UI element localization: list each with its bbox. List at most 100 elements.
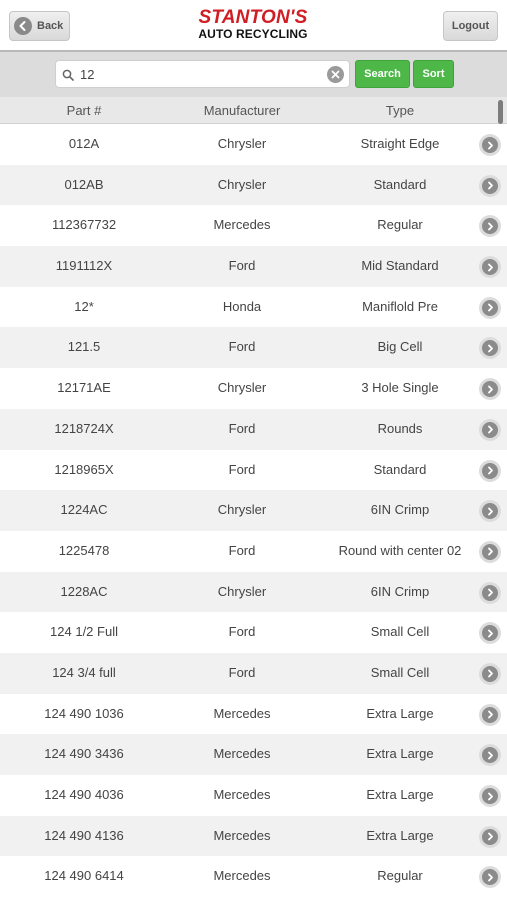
table-row[interactable]: 1191112X Ford Mid Standard (0, 246, 507, 287)
type-cell: 6IN Crimp (370, 502, 430, 518)
part-number-cell: 121.5 (67, 339, 101, 355)
table-row[interactable]: 1224AC Chrysler 6IN Crimp (0, 490, 507, 531)
chevron-right-icon[interactable] (479, 785, 501, 807)
type-cell: Standard (373, 461, 427, 477)
table-row[interactable]: 012A Chrysler Straight Edge (0, 124, 507, 165)
logout-button[interactable]: Logout (443, 11, 498, 41)
table-row[interactable]: 124 490 4136 Mercedes Extra Large (0, 815, 507, 857)
arrow-left-icon (14, 17, 32, 35)
part-number-cell: 1225478 (58, 542, 110, 558)
chevron-right-icon[interactable] (479, 378, 501, 401)
manufacturer-cell: Chrysler (217, 380, 267, 396)
part-number-cell: 1228AC (60, 583, 108, 599)
manufacturer-cell: Mercedes (213, 705, 271, 721)
chevron-right-icon[interactable] (479, 337, 501, 360)
chevron-right-icon[interactable] (479, 174, 501, 197)
type-cell: Big Cell (377, 339, 423, 355)
table-row[interactable]: 124 1/2 Full Ford Small Cell (0, 612, 507, 653)
type-cell: Regular (377, 217, 423, 233)
chevron-right-icon[interactable] (479, 500, 501, 523)
table-row[interactable]: 124 3/4 full Ford Small Cell (0, 652, 507, 694)
part-number-cell: 012A (68, 136, 100, 151)
chevron-right-icon[interactable] (479, 866, 501, 889)
sort-button[interactable]: Sort (413, 60, 454, 88)
part-number-cell: 1218724X (54, 420, 114, 436)
part-number-cell: 12* (74, 298, 94, 314)
type-cell: Small Cell (370, 664, 430, 680)
parts-list: 012A Chrysler Straight Edge 012AB Chrysler St… (0, 124, 507, 898)
column-header-manufacturer[interactable]: Manufacturer (162, 97, 322, 124)
table-row[interactable]: 12* Honda Maniflold Pre (0, 286, 507, 328)
search-input[interactable] (78, 61, 318, 87)
chevron-right-icon[interactable] (479, 296, 501, 319)
manufacturer-cell: Chrysler (217, 502, 267, 518)
manufacturer-cell: Chrysler (217, 176, 267, 192)
chevron-right-icon[interactable] (479, 662, 501, 685)
search-box (55, 60, 350, 88)
chevron-right-icon[interactable] (479, 134, 501, 156)
type-cell: Maniflold Pre (362, 298, 438, 314)
manufacturer-cell: Ford (228, 461, 256, 477)
column-header-type[interactable]: Type (320, 97, 480, 124)
manufacturer-cell: Mercedes (213, 746, 271, 762)
type-cell: Extra Large (366, 746, 434, 762)
manufacturer-cell: Ford (228, 339, 256, 355)
chevron-right-icon[interactable] (479, 459, 501, 482)
stantons-logo: STANTON'S AUTO RECYCLING (186, 8, 320, 44)
table-row[interactable]: 124 490 1036 Mercedes Extra Large (0, 693, 507, 735)
part-number-cell: 12171AE (57, 380, 111, 396)
table-row[interactable]: 1218965X Ford Standard (0, 449, 507, 491)
manufacturer-cell: Mercedes (213, 787, 271, 802)
type-cell: Extra Large (366, 827, 434, 843)
type-cell: Regular (377, 868, 423, 884)
column-header-part[interactable]: Part # (4, 97, 164, 124)
manufacturer-cell: Mercedes (213, 217, 271, 233)
table-header: Part # Manufacturer Type (0, 97, 507, 124)
back-button[interactable]: Back (9, 11, 70, 41)
part-number-cell: 124 490 4136 (44, 827, 124, 843)
chevron-right-icon[interactable] (479, 825, 501, 848)
manufacturer-cell: Mercedes (213, 827, 271, 843)
table-row[interactable]: 12171AE Chrysler 3 Hole Single (0, 368, 507, 409)
search-button[interactable]: Search (355, 60, 410, 88)
table-row[interactable]: 1225478 Ford Round with center 02 (0, 530, 507, 572)
chevron-right-icon[interactable] (479, 256, 501, 279)
chevron-right-icon[interactable] (479, 540, 501, 563)
chevron-right-icon[interactable] (479, 744, 501, 767)
type-cell: Extra Large (366, 705, 434, 721)
chevron-right-icon[interactable] (479, 215, 501, 238)
table-row[interactable]: 124 490 3436 Mercedes Extra Large (0, 734, 507, 775)
table-row[interactable]: 012AB Chrysler Standard (0, 164, 507, 206)
table-row[interactable]: 112367732 Mercedes Regular (0, 205, 507, 247)
type-cell: Rounds (377, 420, 423, 436)
part-number-cell: 112367732 (51, 217, 117, 233)
table-row[interactable]: 1218724X Ford Rounds (0, 408, 507, 450)
search-icon (62, 68, 74, 86)
table-row[interactable]: 1228AC Chrysler 6IN Crimp (0, 571, 507, 613)
chevron-right-icon[interactable] (479, 703, 501, 726)
back-button-label: Back (37, 20, 64, 32)
part-number-cell: 1191112X (55, 258, 113, 274)
table-row[interactable]: 124 490 4036 Mercedes Extra Large (0, 775, 507, 816)
type-cell: 6IN Crimp (370, 583, 430, 599)
chevron-right-icon[interactable] (479, 622, 501, 645)
table-row[interactable]: 124 490 6414 Mercedes Regular (0, 856, 507, 898)
chevron-right-icon[interactable] (479, 581, 501, 604)
type-cell: Round with center 02 (338, 542, 462, 558)
manufacturer-cell: Ford (228, 420, 256, 436)
part-number-cell: 124 490 3436 (44, 746, 124, 762)
search-bar: Search Sort (0, 52, 507, 97)
part-number-cell: 1218965X (54, 461, 114, 477)
part-number-cell: 124 490 6414 (44, 868, 124, 884)
chevron-right-icon[interactable] (479, 418, 501, 441)
part-number-cell: 124 3/4 full (52, 664, 116, 680)
manufacturer-cell: Chrysler (217, 583, 267, 599)
logo-brand-text: STANTON'S (198, 7, 308, 28)
manufacturer-cell: Ford (228, 542, 256, 558)
manufacturer-cell: Mercedes (213, 868, 271, 884)
logo-subtitle-text: AUTO RECYCLING (198, 27, 308, 41)
manufacturer-cell: Chrysler (217, 136, 267, 151)
table-row[interactable]: 121.5 Ford Big Cell (0, 327, 507, 369)
scrollbar-thumb[interactable] (498, 100, 503, 124)
clear-search-icon[interactable] (327, 66, 344, 83)
